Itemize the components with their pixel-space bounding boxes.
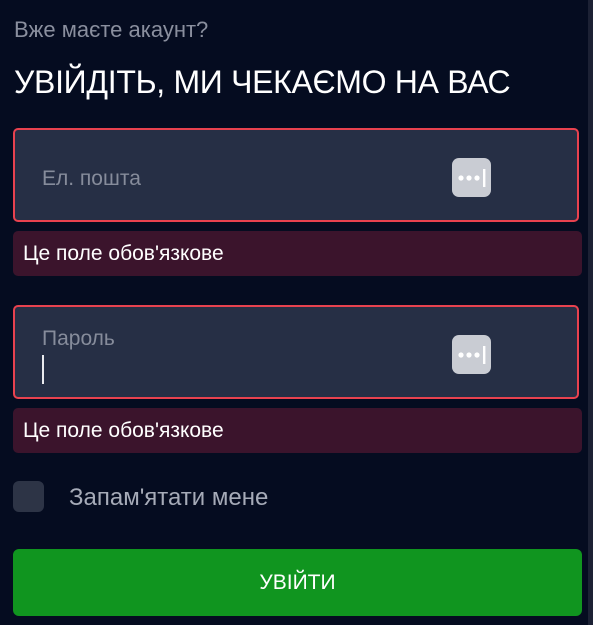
password-error-message: Це поле обов'язкове xyxy=(13,408,582,453)
email-error-text: Це поле обов'язкове xyxy=(23,242,224,265)
password-field-label: Пароль xyxy=(42,327,115,350)
text-caret xyxy=(42,355,44,384)
password-manager-icon[interactable] xyxy=(452,158,491,197)
remember-me-label[interactable]: Запам'ятати мене xyxy=(69,484,268,512)
password-manager-icon[interactable] xyxy=(452,335,491,374)
login-title: УВІЙДІТЬ, МИ ЧЕКАЄМО НА ВАС xyxy=(14,64,511,100)
email-field[interactable]: Ел. пошта xyxy=(13,128,579,222)
password-error-text: Це поле обов'язкове xyxy=(23,419,224,442)
email-input[interactable] xyxy=(42,178,422,208)
login-subtitle: Вже маєте акаунт? xyxy=(14,17,209,42)
login-panel: Вже маєте акаунт? УВІЙДІТЬ, МИ ЧЕКАЄМО Н… xyxy=(0,0,588,625)
remember-me-checkbox[interactable] xyxy=(13,481,44,512)
scrollbar-track[interactable] xyxy=(588,0,593,625)
password-field[interactable]: Пароль xyxy=(13,305,579,399)
password-input[interactable] xyxy=(42,355,422,385)
email-error-message: Це поле обов'язкове xyxy=(13,231,582,276)
login-button[interactable]: УВІЙТИ xyxy=(13,549,582,616)
